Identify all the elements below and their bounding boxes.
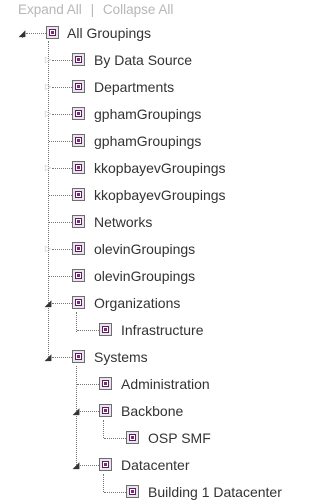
tree-line (52, 357, 72, 358)
grouping-icon (99, 377, 112, 390)
grouping-icon (72, 296, 85, 309)
tree-node[interactable]: ▷ By Data Source (0, 49, 220, 71)
tree-line (52, 168, 72, 169)
tree-line (49, 141, 72, 142)
grouping-icon (126, 431, 139, 444)
tree-node-label: OSP SMF (148, 430, 211, 446)
tree-node[interactable]: olevinGroupings (0, 265, 220, 287)
tree-node-label: All Groupings (67, 25, 152, 41)
tree-node-label: Networks (94, 214, 153, 230)
tree-node-label: Backbone (121, 403, 184, 419)
grouping-icon (99, 458, 112, 471)
tree-line (52, 303, 72, 304)
grouping-icon (99, 323, 112, 336)
grouping-icon (126, 485, 139, 498)
tree-node[interactable]: ◢ Backbone (0, 400, 250, 422)
tree-node[interactable]: ◢ Datacenter (0, 454, 250, 476)
tree-node-label: Systems (94, 349, 148, 365)
grouping-icon (72, 269, 85, 282)
tree-line (77, 384, 99, 385)
grouping-icon (72, 161, 85, 174)
tree-node[interactable]: ▷ kkopbayevGroupings (0, 157, 250, 179)
tree-node-label: olevinGroupings (94, 241, 196, 257)
tree-node-label: gphamGroupings (94, 106, 202, 122)
tree-node-label: By Data Source (94, 52, 193, 68)
tree-node[interactable]: kkopbayevGroupings (0, 184, 250, 206)
grouping-icon (72, 188, 85, 201)
tree-node[interactable]: OSP SMF (0, 427, 260, 449)
tree-line (52, 114, 72, 115)
tree-node[interactable]: ▷ Departments (0, 76, 220, 98)
tree-node[interactable]: Networks (0, 211, 220, 233)
tree-node[interactable]: ▷ gphamGroupings (0, 103, 220, 125)
grouping-icon (72, 215, 85, 228)
tree-node[interactable]: Infrastructure (0, 319, 250, 341)
tree-line (80, 411, 99, 412)
tree-line (49, 195, 72, 196)
tree-node[interactable]: Building 1 Datacenter (0, 481, 289, 503)
tree-line (77, 330, 99, 331)
grouping-icon (99, 404, 112, 417)
tree-node[interactable]: ◢ Systems (0, 346, 220, 368)
tree-node-label: olevinGroupings (94, 268, 196, 284)
tree-node-label: Datacenter (121, 457, 190, 473)
tree-node-label: Departments (94, 79, 175, 95)
grouping-icon (72, 107, 85, 120)
tree-line (80, 465, 99, 466)
tree-node-label: Organizations (94, 295, 181, 311)
tree-line (49, 222, 72, 223)
tree-node-label: gphamGroupings (94, 133, 202, 149)
tree-node-root[interactable]: ◢ All Groupings (0, 22, 200, 44)
grouping-icon (72, 53, 85, 66)
grouping-icon (72, 134, 85, 147)
tree-line (49, 276, 72, 277)
tree-line (52, 249, 72, 250)
groupings-tree: ◢ All Groupings ▷ By Data Source ▷ Depar… (0, 0, 289, 502)
grouping-icon (72, 80, 85, 93)
grouping-icon (72, 242, 85, 255)
tree-node[interactable]: gphamGroupings (0, 130, 220, 152)
tree-node[interactable]: ▷ olevinGroupings (0, 238, 220, 260)
tree-line (104, 438, 126, 439)
grouping-icon (72, 350, 85, 363)
tree-node-label: kkopbayevGroupings (94, 160, 226, 176)
tree-line (26, 33, 46, 34)
tree-node-label: kkopbayevGroupings (94, 187, 226, 203)
tree-line (52, 87, 72, 88)
tree-line (104, 492, 126, 493)
tree-node-label: Administration (121, 376, 210, 392)
tree-node[interactable]: Administration (0, 373, 250, 395)
grouping-icon (46, 26, 59, 39)
tree-node-label: Infrastructure (121, 322, 204, 338)
tree-line (52, 60, 72, 61)
tree-node[interactable]: ◢ Organizations (0, 292, 220, 314)
tree-node-label: Building 1 Datacenter (148, 484, 282, 500)
